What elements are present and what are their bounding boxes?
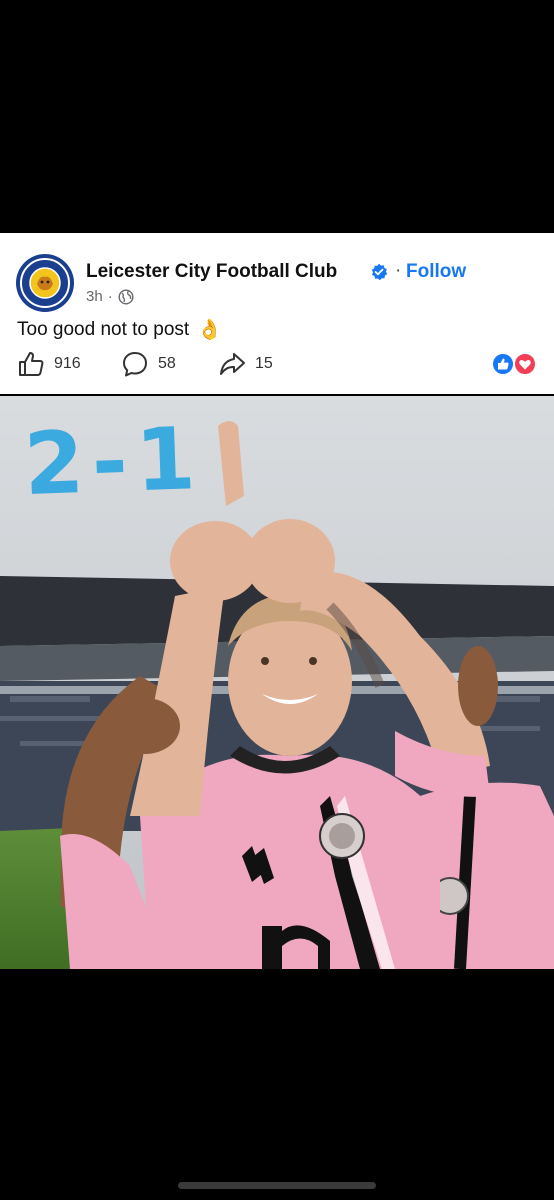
post-time[interactable]: 3h (86, 288, 103, 305)
home-indicator[interactable] (178, 1182, 376, 1189)
globe-icon (118, 288, 134, 305)
score-overlay: 2-1 (22, 408, 206, 516)
like-count: 916 (54, 355, 81, 372)
post-meta: 3h · (86, 288, 134, 305)
verified-badge-icon (371, 263, 388, 281)
follow-button[interactable]: Follow (406, 261, 466, 283)
share-count: 15 (255, 355, 273, 372)
post-caption: Too good not to post 👌 (17, 317, 222, 342)
post-card: Leicester City Football Club · Follow 3h… (0, 233, 554, 394)
share-button[interactable]: 15 (218, 350, 273, 378)
like-love-reactions-icon[interactable] (490, 352, 538, 376)
thumbs-up-icon (19, 352, 44, 376)
share-arrow-icon (220, 353, 245, 375)
ok-hand-emoji: 👌 (197, 319, 223, 341)
comment-bubble-icon (123, 352, 147, 377)
comment-button[interactable]: 58 (121, 350, 176, 378)
page-avatar[interactable] (16, 254, 74, 312)
like-button[interactable]: 916 (17, 350, 81, 378)
comment-count: 58 (158, 355, 176, 372)
leicester-crest-icon (17, 255, 73, 311)
caption-text: Too good not to post (17, 318, 190, 340)
screen: Leicester City Football Club · Follow 3h… (0, 0, 554, 1200)
name-separator: · (395, 260, 402, 281)
page-name[interactable]: Leicester City Football Club (86, 261, 337, 283)
meta-separator: · (107, 288, 113, 305)
